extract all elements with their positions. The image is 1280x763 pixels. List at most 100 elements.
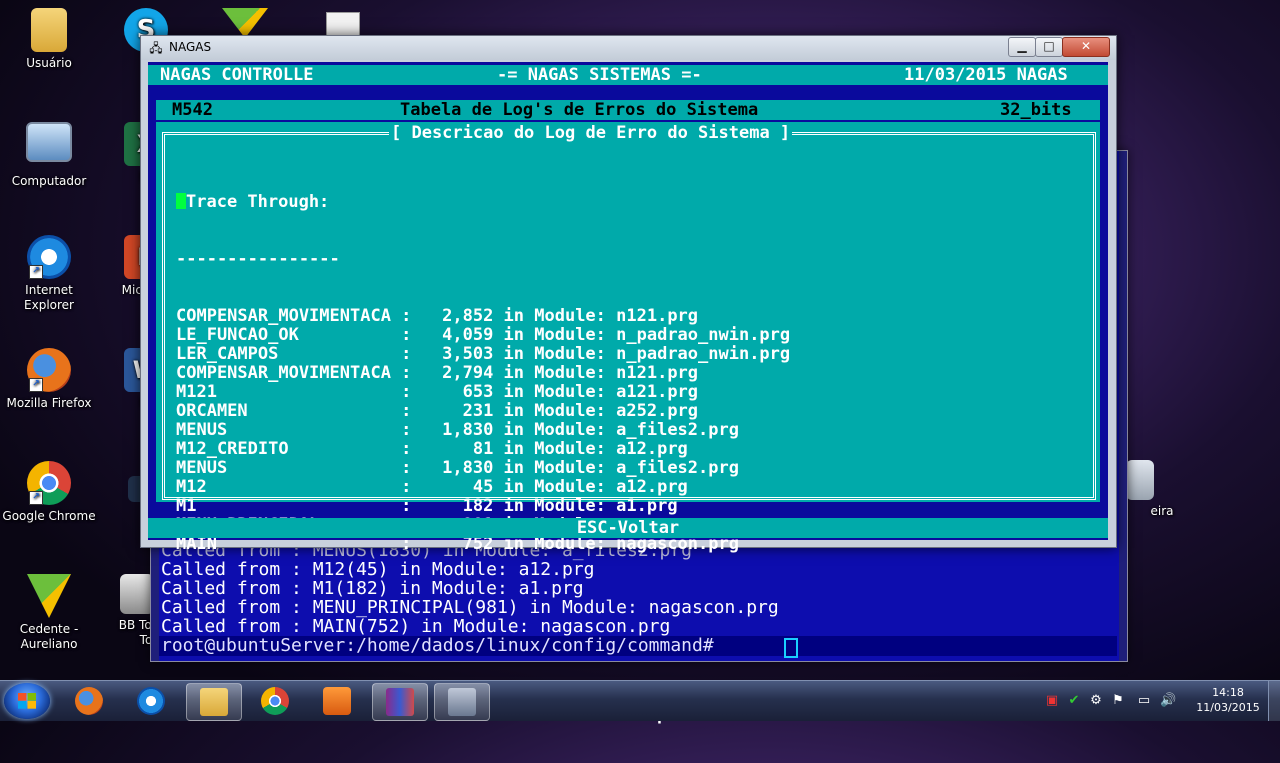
minimize-button[interactable]: ▁: [1008, 37, 1036, 57]
taskbar-media-player[interactable]: [310, 683, 364, 719]
trace-in-module: in Module:: [493, 439, 617, 459]
maximize-button[interactable]: □: [1035, 37, 1063, 57]
desktop-icon-label: Internet Explorer: [24, 283, 74, 312]
trace-function: LER_CAMPOS: [176, 344, 402, 364]
minimize-icon: ▁: [1017, 39, 1027, 53]
show-desktop-button[interactable]: [1268, 681, 1280, 721]
tray-app-icon[interactable]: ▣: [1044, 693, 1060, 709]
shortcut-arrow-icon: ↗: [29, 491, 43, 505]
taskbar-winrar[interactable]: [372, 683, 428, 721]
desktop-icon-label: Computador: [11, 174, 87, 188]
trace-function: COMPENSAR_MOVIMENTACA: [176, 306, 402, 326]
shortcut-arrow-icon: ↗: [29, 265, 43, 279]
media-player-icon: [323, 687, 351, 715]
trace-line-number: 653: [442, 382, 494, 402]
trace-line-number: 45: [442, 477, 494, 497]
trace-in-module: in Module:: [493, 325, 617, 345]
trace-colon: :: [401, 401, 443, 421]
trace-function: COMPENSAR_MOVIMENTACA: [176, 363, 402, 383]
cedente-logo-icon: [27, 574, 71, 618]
trace-line-number: 4,059: [442, 325, 494, 345]
trace-row: M121 : 653 in Module: a121.prg: [176, 383, 790, 402]
esc-back-hint[interactable]: ESC-Voltar: [577, 518, 679, 538]
start-button[interactable]: [4, 683, 50, 719]
trace-line-number: 1,830: [442, 458, 494, 478]
trace-line-number: 2,852: [442, 306, 494, 326]
desktop-icon-internet-explorer[interactable]: ↗ Internet Explorer: [1, 235, 97, 313]
tray-volume-icon[interactable]: 🔊: [1160, 693, 1176, 709]
close-icon: ✕: [1080, 39, 1092, 53]
trace-function: LE_FUNCAO_OK: [176, 325, 402, 345]
taskbar-nagas[interactable]: [434, 683, 490, 721]
trace-in-module: in Module:: [493, 496, 617, 516]
tray-flag-icon[interactable]: ⚑: [1110, 693, 1126, 709]
status-bar[interactable]: ESC-Voltar: [148, 518, 1108, 538]
trace-colon: :: [401, 458, 443, 478]
tray-display-icon[interactable]: ▭: [1136, 693, 1152, 709]
trace-in-module: in Module:: [493, 420, 617, 440]
trace-in-module: in Module:: [493, 382, 617, 402]
trace-module: a121.prg: [616, 382, 699, 402]
app-icon: 🖧: [149, 41, 163, 55]
desktop-icon-computador[interactable]: Computador: [1, 122, 97, 189]
desktop-icon-label: Usuário: [26, 56, 72, 70]
windows-logo-icon: [18, 693, 36, 709]
nagas-window[interactable]: 🖧 NAGAS ▁ □ ✕ NAGAS CONTROLLE -= NAGAS S…: [140, 35, 1117, 725]
screen-code: M542: [172, 100, 213, 120]
network-app-icon: [448, 688, 476, 716]
trace-line-number: 2,794: [442, 363, 494, 383]
desktop-icon-label: Mozilla Firefox: [6, 396, 92, 410]
trace-module: n121.prg: [616, 306, 699, 326]
chrome-icon: ↗: [27, 461, 71, 505]
trace-in-module: in Module:: [493, 363, 617, 383]
taskbar: ▣ ✔ ⚙ ⚑ ▭ 🔊 14:18 11/03/2015: [0, 680, 1280, 721]
taskbar-chrome[interactable]: [248, 683, 302, 719]
desktop-icon-usuario[interactable]: Usuário: [1, 8, 97, 71]
desktop-icon-cedente-app[interactable]: [222, 8, 268, 38]
trace-colon: :: [401, 496, 443, 516]
dialog-title: [ Descricao do Log de Erro do Sistema ]: [389, 123, 793, 143]
trace-module: n_padrao_nwin.prg: [616, 325, 791, 345]
trace-in-module: in Module:: [493, 458, 617, 478]
error-log-dialog: [ Descricao do Log de Erro do Sistema ] …: [156, 122, 1100, 725]
recycle-bin-icon: [1126, 460, 1154, 500]
trace-in-module: in Module:: [493, 401, 617, 421]
tray-network-icon[interactable]: ⚙: [1088, 693, 1104, 709]
taskbar-internet-explorer[interactable]: [124, 683, 178, 719]
trace-module: a1.prg: [616, 496, 678, 516]
chrome-icon: [261, 687, 289, 715]
tray-check-icon[interactable]: ✔: [1066, 693, 1082, 709]
desktop-icon-label: Google Chrome: [2, 509, 96, 523]
trace-line-number: 3,503: [442, 344, 494, 364]
window-title: NAGAS: [169, 40, 212, 54]
header-center: -= NAGAS SISTEMAS =-: [497, 65, 702, 85]
console-screen: NAGAS CONTROLLE -= NAGAS SISTEMAS =- 11/…: [148, 62, 1108, 725]
trace-line-number: 231: [442, 401, 494, 421]
trace-function: M12_CREDITO: [176, 439, 402, 459]
trace-line-number: 1,830: [442, 420, 494, 440]
trace-row: ORCAMEN : 231 in Module: a252.prg: [176, 402, 790, 421]
trace-list: Trace Through: ---------------- COMPENSA…: [176, 155, 790, 763]
trace-colon: :: [401, 363, 443, 383]
trace-row: COMPENSAR_MOVIMENTACA : 2,794 in Module:…: [176, 364, 790, 383]
trace-colon: :: [401, 439, 443, 459]
close-button[interactable]: ✕: [1062, 37, 1110, 57]
trace-row: M12_CREDITO : 81 in Module: a12.prg: [176, 440, 790, 459]
trace-function: M121: [176, 382, 402, 402]
window-title-bar[interactable]: 🖧 NAGAS ▁ □ ✕: [141, 36, 1116, 60]
arch-label: 32_bits: [1000, 100, 1072, 120]
winrar-icon: [386, 688, 414, 716]
trace-module: n121.prg: [616, 363, 699, 383]
taskbar-explorer[interactable]: [186, 683, 242, 721]
header-left: NAGAS CONTROLLE: [160, 65, 314, 85]
desktop-icon-google-chrome[interactable]: ↗ Google Chrome: [1, 461, 97, 524]
desktop-icon-firefox[interactable]: ↗ Mozilla Firefox: [1, 348, 97, 411]
firefox-icon: [75, 687, 103, 715]
trace-module: n_padrao_nwin.prg: [616, 344, 791, 364]
taskbar-firefox[interactable]: [62, 683, 116, 719]
trace-row: LE_FUNCAO_OK : 4,059 in Module: n_padrao…: [176, 326, 790, 345]
trace-row: M1 : 182 in Module: a1.prg: [176, 497, 790, 516]
trace-label: Trace Through:: [186, 192, 330, 212]
trace-in-module: in Module:: [493, 344, 617, 364]
taskbar-clock[interactable]: 14:18 11/03/2015: [1190, 685, 1266, 715]
